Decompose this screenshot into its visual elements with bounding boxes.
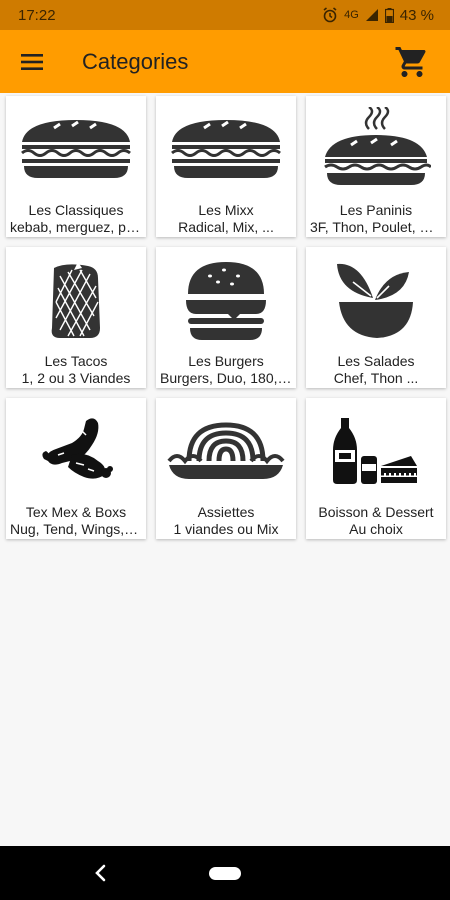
status-icons: 4G 43 %	[322, 7, 434, 24]
category-description: Au choix	[349, 521, 403, 537]
category-name: Les Classiques	[28, 202, 124, 218]
network-type: 4G	[344, 9, 359, 21]
category-name: Les Burgers	[188, 353, 264, 369]
category-card-assiettes[interactable]: Assiettes 1 viandes ou Mix	[156, 398, 296, 539]
signal-icon	[365, 9, 378, 21]
category-card-tex-mex[interactable]: Tex Mex & Boxs Nug, Tend, Wings, Box	[6, 398, 146, 539]
salad-icon	[337, 263, 413, 338]
category-name: Tex Mex & Boxs	[25, 504, 127, 520]
plate-icon	[167, 421, 285, 479]
category-card-salades[interactable]: Les Salades Chef, Thon ...	[306, 247, 446, 388]
drink-dessert-icon	[333, 417, 417, 484]
category-name: Les Salades	[337, 353, 415, 369]
category-description: 1 viandes ou Mix	[173, 521, 279, 537]
status-time: 17:22	[18, 6, 56, 24]
category-description: 3F, Thon, Poulet, Viande	[310, 219, 442, 235]
category-description: Chef, Thon ...	[333, 370, 419, 386]
app-bar: Categories	[0, 30, 450, 93]
category-card-paninis[interactable]: Les Paninis 3F, Thon, Poulet, Viande	[306, 96, 446, 237]
category-name: Boisson & Dessert	[318, 504, 434, 520]
battery-level: 43 %	[399, 6, 434, 24]
category-name: Les Paninis	[339, 202, 413, 218]
category-description: 1, 2 ou 3 Viandes	[21, 370, 131, 386]
category-card-boisson-dessert[interactable]: Boisson & Dessert Au choix	[306, 398, 446, 539]
category-description: Burgers, Duo, 180, Big	[160, 370, 292, 386]
category-name: Assiettes	[197, 504, 255, 520]
category-name: Les Mixx	[198, 202, 254, 218]
category-name: Les Tacos	[44, 353, 108, 369]
page-title: Categories	[82, 48, 189, 74]
sandwich-icon	[21, 119, 131, 178]
category-card-burgers[interactable]: Les Burgers Burgers, Duo, 180, Big	[156, 247, 296, 388]
battery-icon	[384, 7, 394, 23]
hamburger-menu-icon	[21, 53, 43, 70]
categories-grid: Les Classiques kebab, merguez, poulet Le…	[6, 96, 446, 539]
back-icon[interactable]	[90, 862, 110, 884]
system-nav-bar	[0, 846, 450, 900]
category-description: Radical, Mix, ...	[178, 219, 274, 235]
category-card-classiques[interactable]: Les Classiques kebab, merguez, poulet	[6, 96, 146, 237]
menu-button[interactable]	[0, 30, 64, 93]
category-description: Nug, Tend, Wings, Box	[10, 521, 142, 537]
shopping-cart-icon	[395, 46, 426, 77]
category-description: kebab, merguez, poulet	[10, 219, 142, 235]
home-button[interactable]	[209, 866, 241, 880]
sandwich-icon	[171, 119, 281, 178]
chicken-icon	[42, 417, 113, 479]
status-bar: 17:22 4G 43 %	[0, 0, 450, 30]
cart-button[interactable]	[384, 30, 440, 93]
category-card-tacos[interactable]: Les Tacos 1, 2 ou 3 Viandes	[6, 247, 146, 388]
burger-icon	[186, 261, 266, 340]
alarm-icon	[323, 7, 337, 23]
tacos-icon	[51, 261, 100, 338]
panini-icon	[324, 106, 431, 185]
category-card-mixx[interactable]: Les Mixx Radical, Mix, ...	[156, 96, 296, 237]
